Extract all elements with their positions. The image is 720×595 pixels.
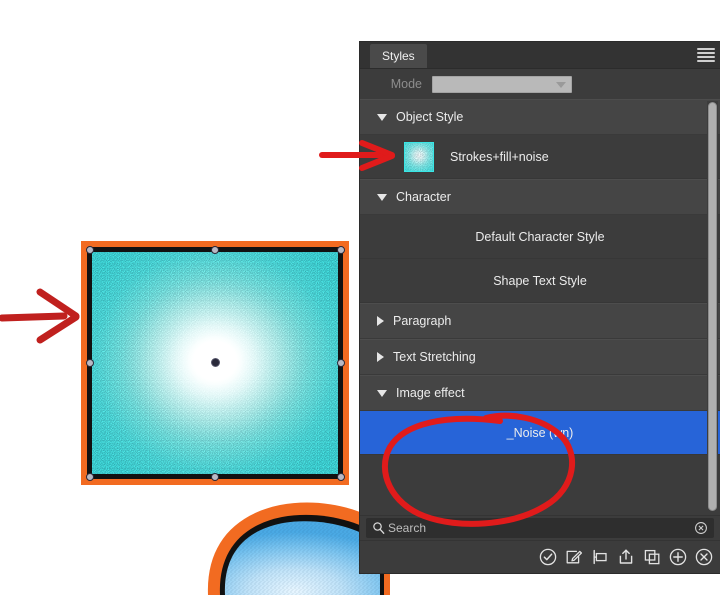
selection-handle-bottom-center[interactable] [211,473,219,481]
triangle-right-icon [377,316,384,326]
check-circle-icon[interactable] [538,547,558,567]
selection-handle-bottom-right[interactable] [337,473,345,481]
mode-row: Mode [360,69,720,100]
hamburger-menu-icon[interactable] [697,47,715,63]
tab-styles[interactable]: Styles [370,44,427,68]
scrollbar-thumb[interactable] [708,102,717,511]
duplicate-icon[interactable] [642,547,662,567]
selection-handle-middle-left[interactable] [86,359,94,367]
list-item-strokes-fill-noise[interactable]: Strokes+fill+noise [360,135,720,179]
selection-handle-top-right[interactable] [337,246,345,254]
section-header-text-stretching[interactable]: Text Stretching [360,339,720,375]
list-item-label: _Noise (wn) [506,425,574,440]
selection-handle-top-center[interactable] [211,246,219,254]
search-row: Search [360,515,720,540]
search-input[interactable]: Search [366,518,714,538]
mode-dropdown[interactable] [432,75,572,93]
panel-toolbar [360,540,720,573]
vertical-scrollbar[interactable] [707,101,718,514]
section-header-image-effect[interactable]: Image effect [360,375,720,411]
search-placeholder: Search [388,521,427,535]
selection-handle-top-left[interactable] [86,246,94,254]
style-thumbnail-cyan-noise [404,141,434,172]
section-label: Paragraph [393,314,452,328]
petal-shape[interactable] [170,495,390,595]
section-label: Image effect [396,386,465,400]
list-item-default-character-style[interactable]: Default Character Style [360,215,720,259]
shape-center-point[interactable] [211,358,220,367]
list-item-label: Default Character Style [475,229,605,244]
styles-panel[interactable]: Styles Mode Object Style Strokes+fill+no… [360,42,720,573]
triangle-right-icon [377,352,384,362]
search-icon [373,522,385,534]
section-label: Character [396,190,451,204]
chevron-down-icon [556,81,566,88]
panel-tabbar: Styles [360,42,720,69]
list-item-shape-text-style[interactable]: Shape Text Style [360,259,720,303]
thumbnail-noise-texture [405,142,433,171]
plus-circle-icon[interactable] [668,547,688,567]
rename-tag-icon[interactable] [590,547,610,567]
list-item-label: Strokes+fill+noise [450,149,549,164]
triangle-down-icon [377,113,387,121]
list-item-noise-wn[interactable]: _Noise (wn) [360,411,720,455]
triangle-down-icon [377,193,387,201]
mode-label: Mode [390,77,422,91]
triangle-down-icon [377,389,387,397]
section-label: Object Style [396,110,464,124]
clear-circle-icon[interactable] [694,521,708,535]
selection-handle-middle-right[interactable] [337,359,345,367]
section-header-object-style[interactable]: Object Style [360,99,720,135]
close-circle-icon[interactable] [694,547,714,567]
upload-box-icon[interactable] [616,547,636,567]
pencil-square-icon[interactable] [564,547,584,567]
styles-list[interactable]: Object Style Strokes+fill+noise Characte… [360,99,720,516]
section-header-character[interactable]: Character [360,179,720,215]
selection-handle-bottom-left[interactable] [86,473,94,481]
section-header-paragraph[interactable]: Paragraph [360,303,720,339]
list-item-label: Shape Text Style [493,273,587,288]
section-label: Text Stretching [393,350,476,364]
